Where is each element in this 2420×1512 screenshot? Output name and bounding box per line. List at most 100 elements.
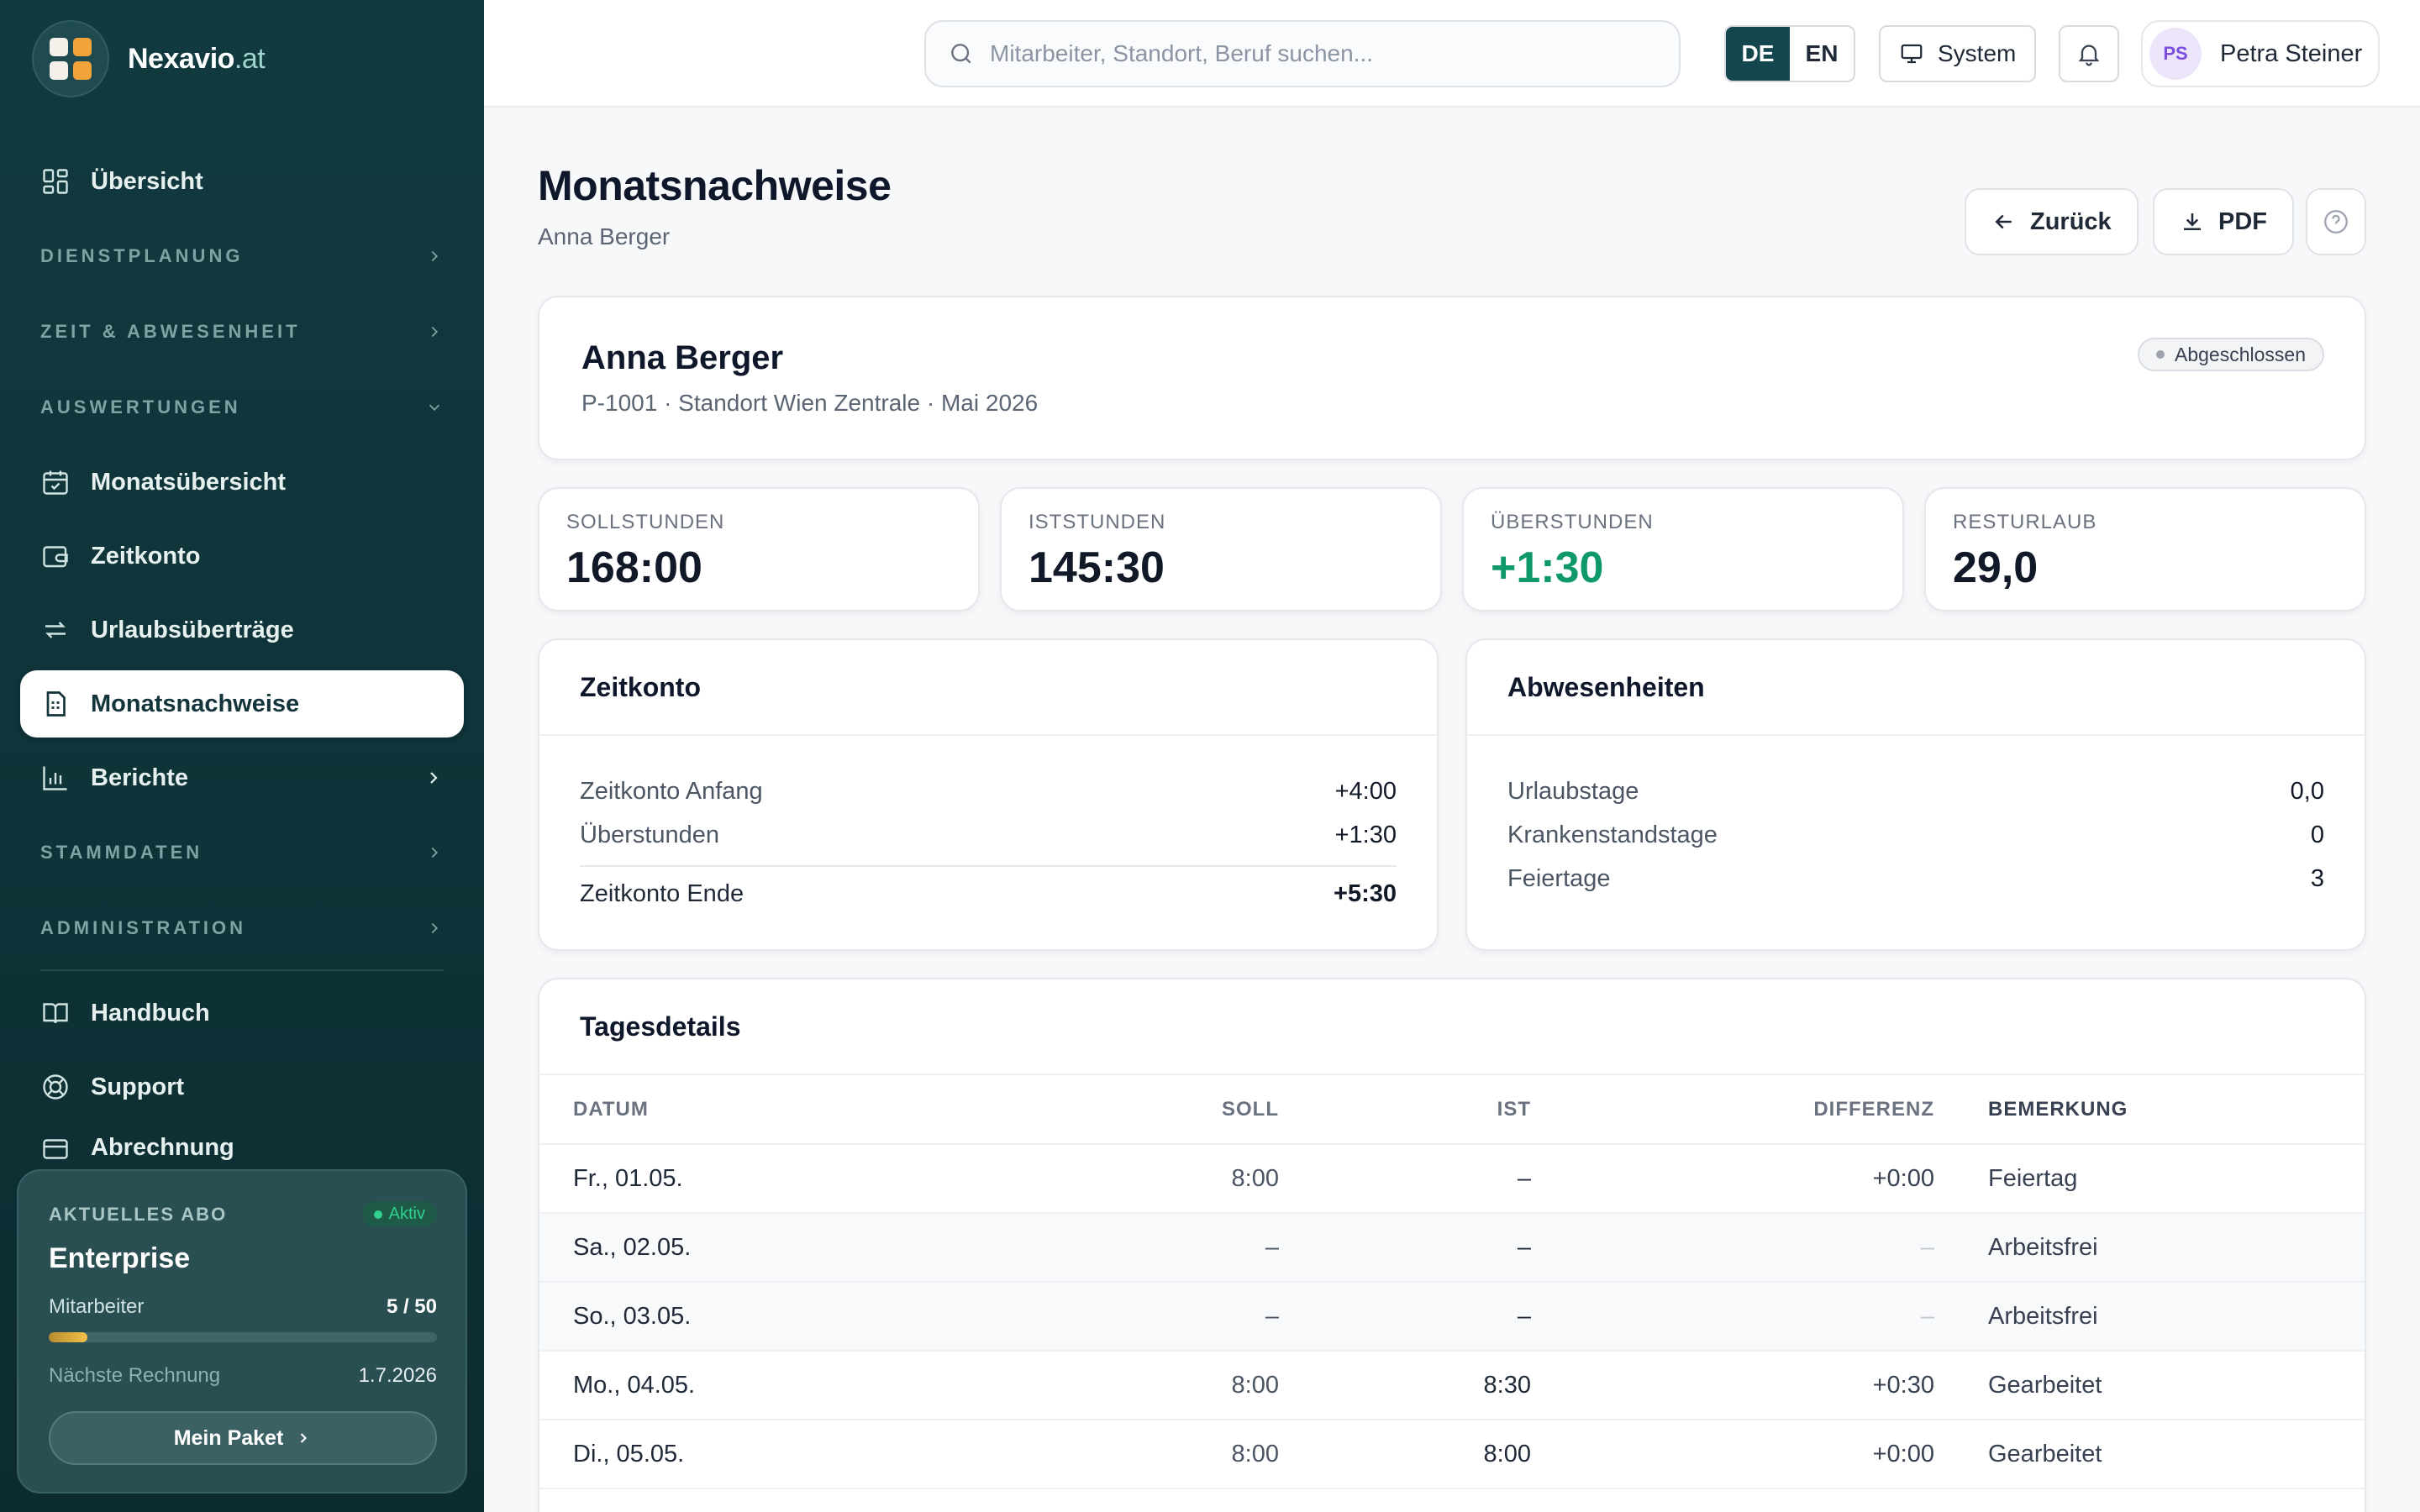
lang-de-button[interactable]: DE <box>1726 27 1790 81</box>
kv-label: Feiertage <box>1507 864 1611 892</box>
subscription-plan: Enterprise <box>49 1242 191 1274</box>
employee-name: Anna Berger <box>581 339 784 376</box>
sidebar-item-zeitkonto[interactable]: Zeitkonto <box>20 522 464 590</box>
kv-row-total: Zeitkonto Ende +5:30 <box>580 865 1397 921</box>
calendar-check-icon <box>43 470 68 495</box>
kv-value: 3 <box>2310 864 2324 892</box>
kv-row: Zeitkonto Anfang +4:00 <box>580 769 1397 813</box>
pdf-download-button[interactable]: PDF <box>2153 188 2294 255</box>
bar-chart-icon <box>43 766 67 790</box>
dashboard-grid-icon <box>43 169 68 194</box>
column-header-soll[interactable]: SOLL <box>1010 1075 1279 1145</box>
table-row[interactable]: Fr., 01.05. 8:00 – +0:00 Feiertag <box>539 1144 2365 1214</box>
stat-iststunden: ISTSTUNDEN 145:30 <box>1000 487 1442 612</box>
stat-resturlaub: RESTURLAUB 29,0 <box>1924 487 2366 612</box>
section-label: DIENSTPLANUNG <box>40 245 244 266</box>
subscription-status-badge: Aktiv <box>361 1201 437 1227</box>
cell-soll: – <box>1010 1213 1279 1283</box>
cell-ist: – <box>1279 1213 1531 1283</box>
sidebar-item-label: Handbuch <box>91 999 210 1026</box>
sidebar-item-support[interactable]: Support <box>20 1053 464 1121</box>
section-label: AUSWERTUNGEN <box>40 396 241 417</box>
lifebuoy-icon <box>43 1074 68 1100</box>
kv-value: +1:30 <box>1334 821 1397 848</box>
theme-system-button[interactable]: System <box>1879 25 2037 82</box>
back-button[interactable]: Zurück <box>1965 188 2139 255</box>
column-header-bemerkung[interactable]: BEMERKUNG <box>1934 1075 2365 1145</box>
sidebar-item-monatsnachweise[interactable]: Monatsnachweise <box>20 670 464 738</box>
cell-ist: – <box>1279 1144 1531 1214</box>
kv-row: Feiertage 3 <box>1507 857 2324 900</box>
column-header-differenz[interactable]: DIFFERENZ <box>1531 1075 1934 1145</box>
tagesdetails-panel: Tagesdetails DATUM SOLL IST DIFFERENZ BE… <box>538 978 2366 1512</box>
cell-datum: So., 03.05. <box>539 1282 1010 1352</box>
chevron-right-icon <box>301 1433 308 1443</box>
sidebar-item-uebersicht[interactable]: Übersicht <box>20 148 464 215</box>
document-icon <box>46 691 66 717</box>
employees-value: 5 / 50 <box>386 1295 437 1318</box>
book-icon <box>43 1003 68 1024</box>
brand[interactable]: Nexavio.at <box>32 20 266 97</box>
cell-datum: Di., 05.05. <box>539 1420 1010 1489</box>
employees-progress-bar <box>49 1332 437 1342</box>
arrow-left-icon <box>1995 214 2012 229</box>
kv-row: Krankenstandstage 0 <box>1507 813 2324 857</box>
wallet-icon <box>43 546 68 568</box>
sidebar-section-administration[interactable]: ADMINISTRATION <box>20 894 464 963</box>
sidebar-item-label: Urlaubsüberträge <box>91 616 294 643</box>
sidebar-item-abrechnung[interactable]: Abrechnung <box>20 1127 464 1164</box>
brand-logo-icon <box>32 20 109 97</box>
sidebar-divider <box>40 969 444 971</box>
cell-ist: 8:30 <box>1279 1351 1531 1420</box>
panel-title: Tagesdetails <box>539 979 2365 1075</box>
column-header-ist[interactable]: IST <box>1279 1075 1531 1145</box>
cell-soll: 8:00 <box>1010 1351 1279 1420</box>
help-circle-icon <box>2324 210 2348 234</box>
kv-value: +4:00 <box>1334 777 1397 805</box>
user-menu[interactable]: PS Petra Steiner <box>2141 20 2380 87</box>
avatar: PS <box>2149 28 2202 80</box>
stat-label: ISTSTUNDEN <box>1028 511 1166 533</box>
kv-value: 0 <box>2310 821 2324 848</box>
zeitkonto-panel: Zeitkonto Zeitkonto Anfang +4:00 Überstun… <box>538 638 1439 951</box>
transfer-arrows-icon <box>40 622 71 638</box>
cell-soll: – <box>1010 1282 1279 1352</box>
sidebar-nav: Übersicht DIENSTPLANUNG ZEIT & ABWESENHE… <box>20 148 464 1171</box>
sidebar-section-zeit[interactable]: ZEIT & ABWESENHEIT <box>20 297 464 366</box>
search-input[interactable]: Mitarbeiter, Standort, Beruf suchen... <box>924 20 1681 87</box>
stat-value: +1:30 <box>1491 543 1604 592</box>
topbar: Mitarbeiter, Standort, Beruf suchen... D… <box>484 0 2420 108</box>
lang-en-button[interactable]: EN <box>1790 27 1854 81</box>
stat-value: 145:30 <box>1028 543 1165 592</box>
table-row[interactable]: Mo., 04.05. 8:00 8:30 +0:30 Gearbeitet <box>539 1351 2365 1420</box>
kv-row: Überstunden +1:30 <box>580 813 1397 857</box>
tagesdetails-table: DATUM SOLL IST DIFFERENZ BEMERKUNG Fr., … <box>539 1075 2365 1489</box>
stat-label: ÜBERSTUNDEN <box>1491 511 1654 533</box>
stat-value: 29,0 <box>1953 543 2039 592</box>
sidebar-item-urlaubsuebertraege[interactable]: Urlaubsüberträge <box>20 596 464 664</box>
my-plan-button[interactable]: Mein Paket <box>49 1411 437 1465</box>
sidebar-item-handbuch[interactable]: Handbuch <box>20 979 464 1047</box>
table-row[interactable]: Sa., 02.05. – – – Arbeitsfrei <box>539 1213 2365 1283</box>
help-button[interactable] <box>2306 188 2366 255</box>
download-icon <box>2184 213 2201 230</box>
table-row[interactable]: Di., 05.05. 8:00 8:00 +0:00 Gearbeitet <box>539 1420 2365 1489</box>
sidebar-item-berichte[interactable]: Berichte <box>20 744 464 811</box>
invoice-label: Nächste Rechnung <box>49 1364 221 1387</box>
sidebar-item-monatsuebersicht[interactable]: Monatsübersicht <box>20 449 464 516</box>
search-icon <box>951 44 971 64</box>
cell-bemerkung: Arbeitsfrei <box>1934 1213 2365 1283</box>
sidebar-section-auswertungen[interactable]: AUSWERTUNGEN <box>20 373 464 442</box>
kv-label: Zeitkonto Anfang <box>580 777 763 805</box>
subscription-card: AKTUELLES ABO Aktiv Enterprise Mitarbeit… <box>17 1169 467 1494</box>
chevron-right-icon <box>431 326 439 338</box>
column-header-datum[interactable]: DATUM <box>539 1075 1010 1145</box>
table-row[interactable]: So., 03.05. – – – Arbeitsfrei <box>539 1282 2365 1352</box>
cell-soll: 8:00 <box>1010 1144 1279 1214</box>
bell-icon <box>2078 45 2100 66</box>
sidebar-section-stammdaten[interactable]: STAMMDATEN <box>20 818 464 887</box>
sidebar-section-dienstplanung[interactable]: DIENSTPLANUNG <box>20 222 464 291</box>
section-label: ZEIT & ABWESENHEIT <box>40 321 301 342</box>
kv-label: Überstunden <box>580 821 720 848</box>
notifications-button[interactable] <box>2059 25 2119 82</box>
